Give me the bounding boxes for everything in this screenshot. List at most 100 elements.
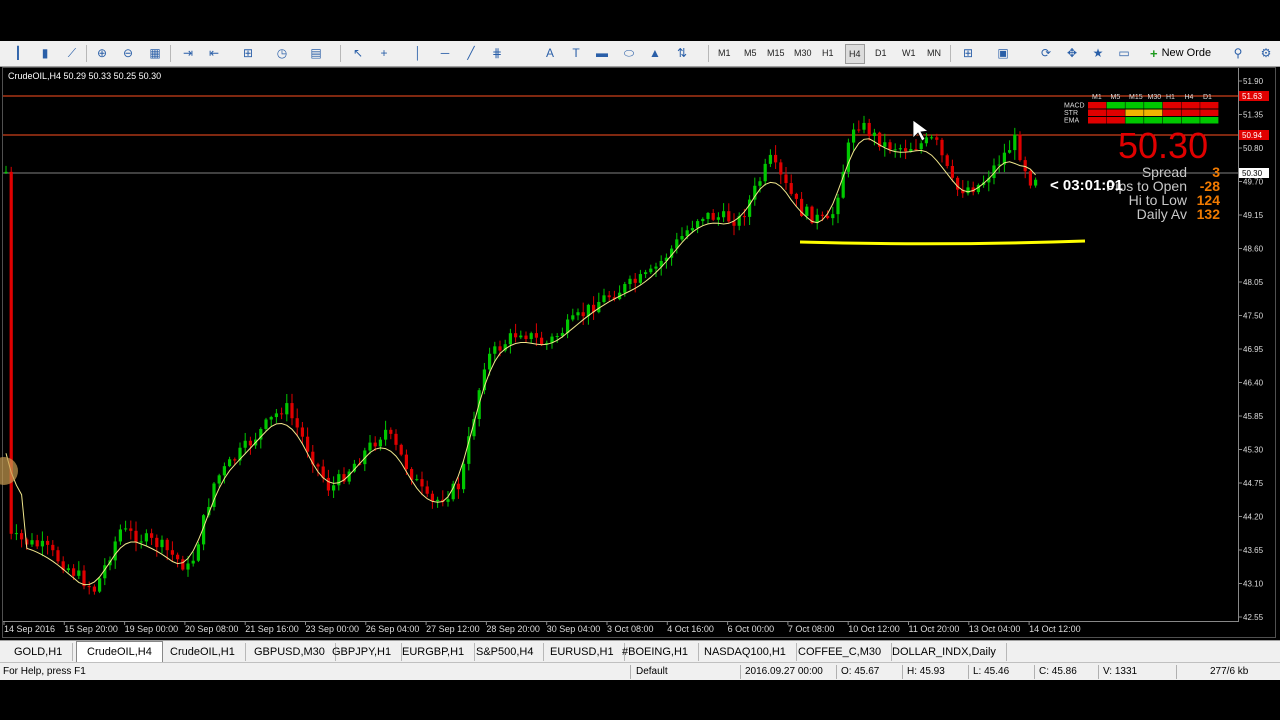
candle-body <box>139 541 143 543</box>
ind-cell <box>1088 117 1107 124</box>
chart-tab[interactable]: EURGBP,H1 <box>392 643 476 661</box>
candle-body <box>233 459 237 461</box>
candle-body <box>129 528 133 531</box>
candle-body <box>446 499 450 502</box>
candle-body <box>280 413 284 415</box>
price-label: 44.20 <box>1243 513 1264 522</box>
chart-tab[interactable]: CrudeOIL,H4 <box>76 641 163 662</box>
candle-body <box>498 346 502 351</box>
candle-body <box>862 122 866 130</box>
chart-tab[interactable]: S&P500,H4 <box>466 643 545 661</box>
candle-body <box>534 333 538 338</box>
candle-body <box>306 436 310 452</box>
price-label: 49.70 <box>1243 178 1264 187</box>
candle-body <box>155 537 159 548</box>
candle-body <box>789 183 793 194</box>
time-label: 27 Sep 12:00 <box>426 624 480 634</box>
candle-body <box>66 568 70 571</box>
chart-tab[interactable]: COFFEE_C,M30 <box>788 643 893 661</box>
time-label: 28 Sep 20:00 <box>486 624 540 634</box>
candle-body <box>571 315 575 320</box>
chart-tab[interactable]: NASDAQ100,H1 <box>694 643 797 661</box>
candle-body <box>170 550 174 555</box>
candle-body <box>87 586 91 588</box>
status-help: For Help, press F1 <box>3 666 86 677</box>
candle-body <box>30 540 34 545</box>
candle-body <box>118 529 122 542</box>
candle-body <box>160 539 164 548</box>
chart-tab[interactable]: GOLD,H1 <box>4 643 74 661</box>
status-high: H: 45.93 <box>907 666 945 677</box>
ind-cell <box>1162 117 1181 124</box>
candle-body <box>805 206 809 216</box>
candle-body <box>826 215 830 219</box>
support-line <box>799 239 1086 246</box>
ind-cell <box>1144 109 1163 116</box>
time-label: 10 Oct 12:00 <box>848 624 900 634</box>
candle-body <box>191 560 195 564</box>
candle-body <box>420 479 424 487</box>
price-label: 46.40 <box>1243 379 1264 388</box>
chart-tab[interactable]: GBPJPY,H1 <box>322 643 403 661</box>
candle-body <box>399 444 403 455</box>
candle-body <box>514 333 518 338</box>
moving-average-line <box>5 138 1036 586</box>
price-marker-label: 50.30 <box>1242 169 1263 178</box>
chart-tab[interactable]: DOLLAR_INDX,Daily <box>882 643 1007 661</box>
candle-body <box>576 312 580 316</box>
candle-body <box>524 335 528 340</box>
candle-body <box>644 272 648 275</box>
ind-cell <box>1088 109 1107 116</box>
candle-body <box>945 155 949 166</box>
time-label: 6 Oct 00:00 <box>728 624 775 634</box>
candle-body <box>243 440 247 448</box>
candle-body <box>857 129 861 131</box>
candle-body <box>1023 160 1027 172</box>
candle-body <box>337 474 341 486</box>
chart-tab[interactable]: CrudeOIL,H1 <box>160 643 246 661</box>
ind-cell <box>1200 117 1219 124</box>
candle-body <box>685 230 689 237</box>
price-label: 43.65 <box>1243 546 1264 555</box>
status-bar: For Help, press F1 Default 2016.09.27 00… <box>0 662 1280 681</box>
candle-body <box>144 533 148 542</box>
candle-body <box>4 171 8 173</box>
letterbox-bottom <box>0 680 1280 720</box>
candle-body <box>794 193 798 199</box>
candle-body <box>217 475 221 484</box>
status-datetime: 2016.09.27 00:00 <box>745 666 823 677</box>
candle-body <box>72 568 76 576</box>
chart-tab[interactable]: #BOEING,H1 <box>612 643 700 661</box>
candle-body <box>415 479 419 481</box>
candle-body <box>368 442 372 451</box>
price-label: 42.55 <box>1243 613 1264 622</box>
time-label: 4 Oct 16:00 <box>667 624 714 634</box>
candle-body <box>904 148 908 152</box>
candle-body <box>711 212 715 220</box>
price-chart[interactable]: 51.90 51.35 50.80 49.70 49.15 48.60 48.05 47.50… <box>0 0 1280 720</box>
candle-body <box>290 403 294 419</box>
candle-body <box>867 122 871 136</box>
time-label: 3 Oct 08:00 <box>607 624 654 634</box>
candle-body <box>555 335 559 337</box>
candle-body <box>540 337 544 345</box>
candle-body <box>488 353 492 370</box>
candle-body <box>888 142 892 150</box>
daily-av-value: 132 <box>1196 206 1220 222</box>
status-profile: Default <box>636 666 668 677</box>
candle-body <box>46 540 50 545</box>
candle-body <box>300 427 304 437</box>
candle-body <box>295 418 299 428</box>
candle-body <box>436 499 440 502</box>
candle-body <box>602 295 606 302</box>
status-close: C: 45.86 <box>1039 666 1077 677</box>
candle-body <box>264 419 268 429</box>
time-label: 11 Oct 20:00 <box>909 624 960 634</box>
bar-countdown: < 03:01:01 <box>1050 177 1123 194</box>
chart-tabs: GOLD,H1 CrudeOIL,H4 CrudeOIL,H1 GBPUSD,M30 G… <box>0 640 1280 663</box>
candle-body <box>852 129 856 143</box>
ind-cell <box>1181 109 1200 116</box>
candle-body <box>930 137 934 139</box>
candle-body <box>722 211 726 218</box>
candle-body <box>883 142 887 147</box>
